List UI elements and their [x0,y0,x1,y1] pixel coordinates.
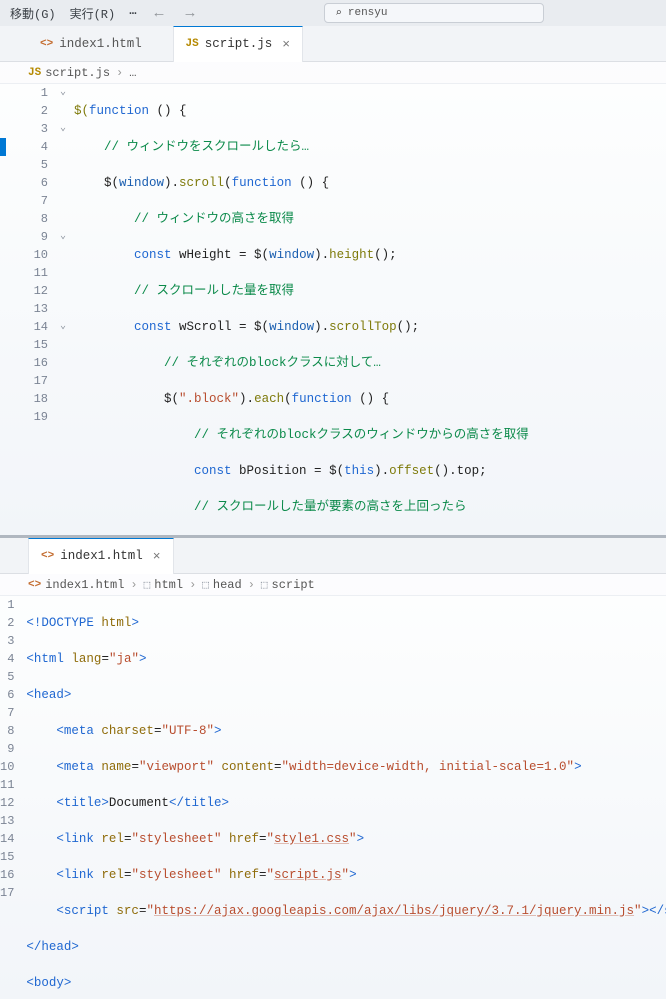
html-file-icon: <> [28,579,41,591]
tag-icon: ⬚ [144,578,151,592]
gutter [0,84,26,535]
code-content[interactable]: <!DOCTYPE html> <html lang="ja"> <head> … [22,596,666,999]
breadcrumb: JS script.js › … [0,62,666,84]
search-input-text: rensyu [348,7,388,19]
breadcrumb-part[interactable]: script [272,578,315,592]
chevron-right-icon: › [246,578,257,592]
search-icon: ⌕ [335,6,342,20]
editor-pane-top: 移動(G) 実行(R) ⋯ ← → ⌕ rensyu <> index1.htm… [0,0,666,535]
fold-toggle-icon[interactable]: ⌄ [56,318,70,336]
editor-pane-bottom: <> index1.html × <> index1.html › ⬚ html… [0,535,666,999]
html-file-icon: <> [40,38,53,50]
line-numbers: 1 2 3 4 5 6 7 8 9 10 11 12 13 14 15 16 1… [26,84,56,535]
breadcrumb-file[interactable]: script.js [45,66,110,80]
breadcrumb-part[interactable]: head [213,578,242,592]
chevron-right-icon: › [114,66,125,80]
js-file-icon: JS [186,38,199,50]
fold-toggle-icon[interactable]: ⌄ [56,120,70,138]
line-marker [0,138,6,156]
breadcrumb-rest[interactable]: … [129,66,136,80]
menu-bar: 移動(G) 実行(R) ⋯ ← → ⌕ rensyu [0,0,666,26]
html-file-icon: <> [41,550,54,562]
tab-script-js[interactable]: JS script.js × [173,26,304,62]
breadcrumb-file[interactable]: index1.html [45,578,124,592]
line-numbers: 1 2 3 4 5 6 7 8 9 10 11 12 13 14 15 16 1… [0,596,22,999]
breadcrumb-part[interactable]: html [154,578,183,592]
js-file-icon: JS [28,67,41,79]
fold-column: ⌄ ⌄ ⌄ ⌄ [56,84,70,535]
tag-icon: ⬚ [202,578,209,592]
nav-forward-icon[interactable]: → [181,5,198,22]
tab-label: script.js [205,37,273,51]
chevron-right-icon: › [187,578,198,592]
breadcrumb: <> index1.html › ⬚ html › ⬚ head › ⬚ scr… [0,574,666,596]
menu-overflow[interactable]: ⋯ [129,6,136,21]
editor-tabs: <> index1.html × JS script.js × [0,26,666,62]
close-icon[interactable]: × [282,37,290,52]
tab-index1-html[interactable]: <> index1.html × [28,26,173,62]
chevron-right-icon: › [128,578,139,592]
code-editor[interactable]: 1 2 3 4 5 6 7 8 9 10 11 12 13 14 15 16 1… [0,84,666,535]
tab-label: index1.html [60,549,143,563]
menu-run[interactable]: 実行(R) [70,5,116,22]
fold-toggle-icon[interactable]: ⌄ [56,228,70,246]
menu-move[interactable]: 移動(G) [10,5,56,22]
close-icon[interactable]: × [153,549,161,564]
code-content[interactable]: $(function () { // ウィンドウをスクロールしたら… $(win… [70,84,666,535]
tab-index1-html[interactable]: <> index1.html × [28,538,174,574]
editor-tabs: <> index1.html × [0,538,666,574]
tag-icon: ⬚ [261,578,268,592]
nav-back-icon[interactable]: ← [150,5,167,22]
fold-toggle-icon[interactable]: ⌄ [56,84,70,102]
tab-label: index1.html [59,37,142,51]
code-editor[interactable]: 1 2 3 4 5 6 7 8 9 10 11 12 13 14 15 16 1… [0,596,666,999]
search-input[interactable]: ⌕ rensyu [324,3,544,23]
